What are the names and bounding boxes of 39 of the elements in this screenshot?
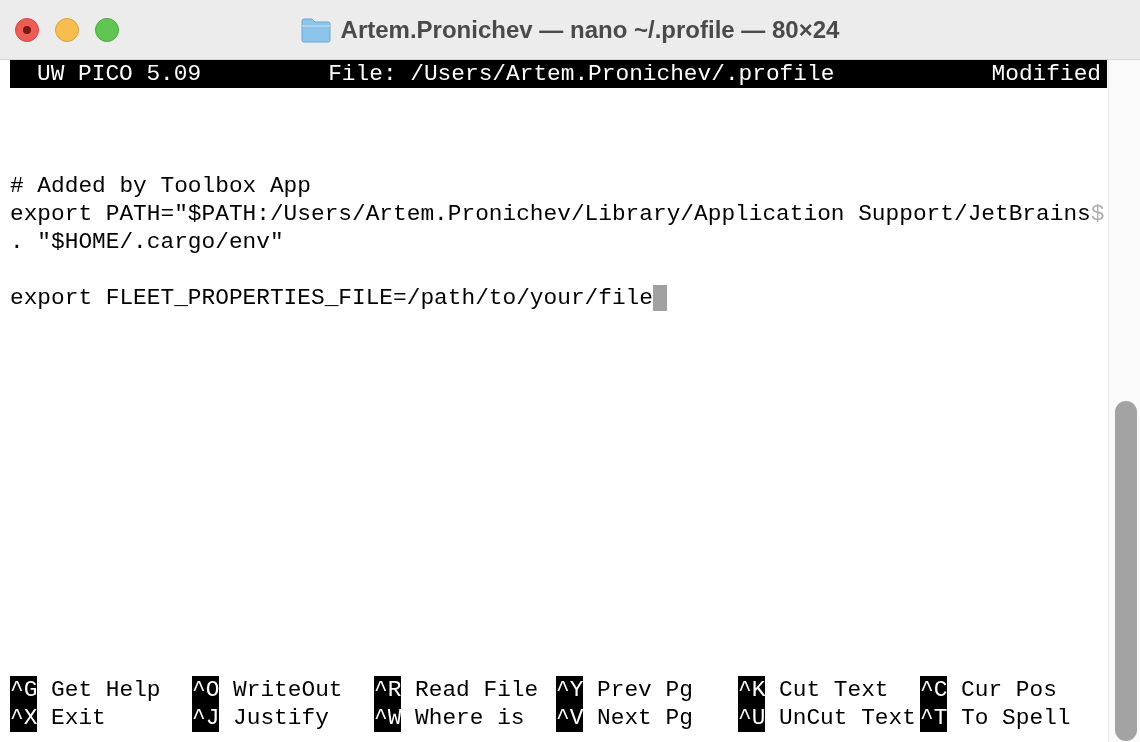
window-title: Artem.Pronichev — nano ~/.profile — 80×24 — [340, 15, 840, 45]
shortcut-key: ^T — [920, 704, 948, 732]
scrollbar[interactable] — [1108, 60, 1140, 742]
file-path: File: /Users/Artem.Pronichev/.profile — [328, 60, 835, 88]
shortcut-label: Next Pg — [597, 704, 693, 732]
code-line: # Added by Toolbox App — [10, 172, 311, 200]
shortcut-label: Cut Text — [779, 676, 889, 704]
shortcut-label: Cur Pos — [961, 676, 1057, 704]
code-line: . "$HOME/.cargo/env" — [10, 228, 284, 256]
shortcut-label: Read File — [415, 676, 539, 704]
shortcut-label: Get Help — [51, 676, 161, 704]
shortcut-key: ^V — [556, 704, 584, 732]
close-button[interactable] — [15, 17, 39, 42]
shortcut-key: ^G — [10, 676, 38, 704]
shortcut-label: Prev Pg — [597, 676, 693, 704]
shortcut-label: UnCut Text — [779, 704, 916, 732]
code-line: export FLEET_PROPERTIES_FILE=/path/to/your/file — [10, 284, 653, 312]
shortcut-key: ^K — [738, 676, 766, 704]
zoom-button[interactable] — [95, 17, 119, 42]
shortcut-key: ^J — [192, 704, 220, 732]
minimize-button[interactable] — [55, 17, 79, 42]
shortcut-key: ^U — [738, 704, 766, 732]
code-line: export PATH="$PATH:/Users/Artem.Pronichev/Library/Application Support/JetBrains — [10, 200, 1091, 228]
shortcut-key: ^R — [374, 676, 402, 704]
folder-icon — [300, 17, 331, 43]
shortcut-label: Exit — [51, 704, 106, 732]
shortcut-key: ^C — [920, 676, 948, 704]
shortcut-key: ^X — [10, 704, 38, 732]
scroll-thumb[interactable] — [1115, 401, 1137, 741]
shortcut-label: Where is — [415, 704, 525, 732]
modified-status: Modified — [991, 60, 1101, 88]
shortcut-label: To Spell — [961, 704, 1071, 732]
shortcut-key: ^W — [374, 704, 402, 732]
shortcut-key: ^O — [192, 676, 220, 704]
shortcut-label: WriteOut — [233, 676, 343, 704]
shortcut-key: ^Y — [556, 676, 584, 704]
shortcut-label: Justify — [233, 704, 329, 732]
line-continuation-mark: $ — [1090, 200, 1105, 228]
app-version: UW PICO 5.09 — [37, 60, 202, 88]
